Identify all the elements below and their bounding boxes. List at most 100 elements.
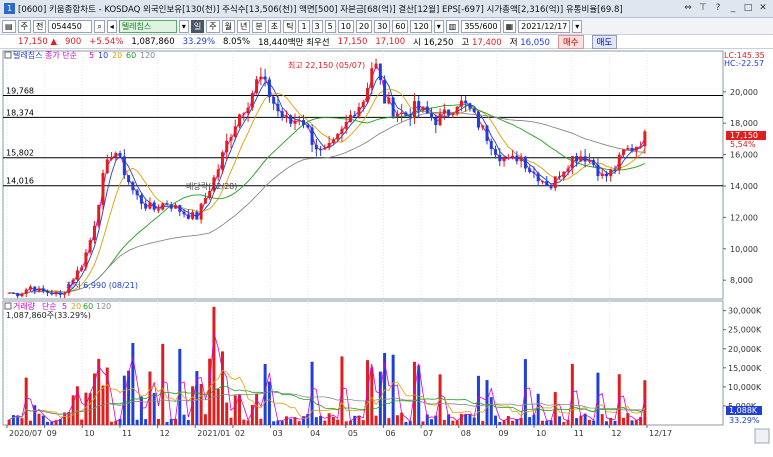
volume-bar [186,419,190,425]
high-annotation: 최고 22,150 (05/07) [288,60,365,70]
price-axis: 20,000 18,000 16,000 14,000 12,000 10,000 8,00… [723,88,758,285]
interval-120[interactable]: 120 [410,19,432,33]
mode-select[interactable]: 주 [17,19,31,33]
volume-bar [255,393,259,425]
volume-bar [361,420,365,425]
date-picker-icon[interactable]: ▾ [572,19,583,33]
interval-30[interactable]: 30 [374,19,391,33]
candle-body [225,140,229,153]
turnover: 8.05% [223,36,251,47]
low-value: 16,050 [520,37,550,48]
candle-body [203,198,207,204]
scope-select[interactable]: 전 [32,19,47,33]
volume-bar [259,418,263,425]
menu-icon[interactable]: ▤ [2,19,16,33]
link-icon[interactable]: ⇔ [682,2,694,14]
candle-body [97,204,101,226]
last-pct-tag: 5,54% [730,140,756,149]
sell-button[interactable]: 매도 [591,34,618,49]
date-input[interactable]: 2021/12/17 [518,19,571,33]
volume-tick-label: 10,000K [728,383,762,392]
volume-bar [20,418,24,425]
search-icon[interactable]: ⌕ [94,19,105,33]
period-month[interactable]: 월 [221,19,235,33]
zoom-icon[interactable] [754,428,770,444]
time-label: 09 [498,429,508,438]
interval-3[interactable]: 3 [311,19,323,33]
best-ask-label: 최우선 [306,37,330,48]
candle-body [421,106,425,111]
maximize-icon[interactable]: □ [742,2,754,14]
candle-body [600,173,604,177]
candle-body [587,160,591,162]
volume-bar [506,416,510,425]
interval-60[interactable]: 60 [392,19,409,33]
open-value: 16,250 [423,37,454,48]
interval-20[interactable]: 20 [355,19,373,33]
volume-bar [344,421,348,425]
stock-name[interactable]: 텔레칩스 [118,19,177,33]
candle-body [33,286,37,292]
candle-body [464,100,468,104]
chart-type-icon[interactable]: ▥ [445,19,460,33]
period-minute[interactable]: 분 [252,19,266,33]
volume-ratio: 33.29% [182,36,216,47]
volume-bar [536,393,540,425]
candle-body [344,122,348,129]
candle-body [156,209,160,211]
volume-bar [272,421,276,425]
price-change-pct: +5.54% [89,36,124,47]
volume-bar [357,415,361,425]
close-icon[interactable]: ✕ [757,2,769,14]
candle-body [195,212,199,220]
pin-icon[interactable]: ⊤ [697,2,709,14]
period-second[interactable]: 초 [267,19,282,33]
open-label: 시 [413,37,421,48]
interval-5[interactable]: 5 [324,19,336,33]
best-bid: 17,100 [375,36,406,47]
calendar-icon[interactable]: ▦ [502,19,517,33]
candle-body [20,293,24,297]
volume-bar [404,421,408,425]
time-label: 09 [47,429,57,438]
chart-area[interactable]: 19,768 18,374 15,802 14,016 텔레칩스 종가 단순 5 10… [0,49,773,454]
candle-body [494,149,498,155]
low-price: 저 16,050 [510,36,550,48]
volume-bar [220,351,224,425]
candle-body [186,214,190,219]
candle-body [558,176,562,178]
candle-body [84,252,88,268]
period-tick[interactable]: 틱 [283,19,297,33]
settings-icon[interactable]: ▾ [178,19,189,33]
volume-bar [246,420,250,425]
candle-body [139,195,143,204]
interval-10[interactable]: 10 [337,19,354,33]
interval-dropdown[interactable]: ▾ [433,19,444,33]
volume-bar [532,414,536,425]
candle-body [216,169,220,178]
volume-bar [28,420,32,425]
price-tick-label: 14,000 [730,182,758,191]
candle-body [592,160,596,165]
help-icon[interactable]: ? [712,2,724,14]
time-label: 10 [536,429,546,438]
candle-body [417,101,421,111]
candle-body [259,76,263,80]
candle-body [289,115,293,124]
candle-body [250,93,254,108]
buy-button[interactable]: 매수 [557,34,584,49]
volume-bar [174,418,178,425]
prev-icon[interactable]: ◂ [106,19,117,33]
volume-bar [225,402,229,425]
count-input[interactable]: 355/600 [461,19,501,33]
period-year[interactable]: 년 [236,19,251,33]
volume-tick-label: 15,000K [728,364,762,373]
interval-1[interactable]: 1 [298,19,310,33]
minimize-icon[interactable]: _ [727,2,739,14]
period-week[interactable]: 주 [206,19,220,33]
volume-bar [161,343,165,425]
volume-bar [374,415,378,425]
price-volume-chart[interactable]: 19,768 18,374 15,802 14,016 텔레칩스 종가 단순 5 10… [0,49,773,454]
stock-code-input[interactable]: 054450 [48,19,93,33]
period-day[interactable]: 일 [190,19,205,33]
